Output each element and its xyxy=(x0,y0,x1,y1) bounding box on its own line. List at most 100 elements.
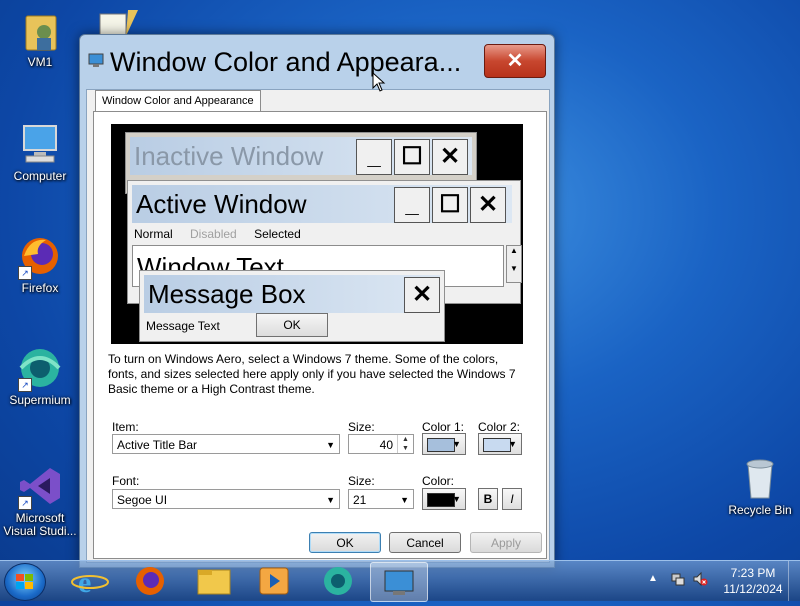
item-value: Active Title Bar xyxy=(117,438,198,452)
chevron-down-icon: ▼ xyxy=(326,495,335,505)
cancel-button[interactable]: Cancel xyxy=(389,532,461,553)
tab-window-color-appearance[interactable]: Window Color and Appearance xyxy=(95,90,261,112)
color2-label: Color 2: xyxy=(478,420,521,434)
desktop-icon-label: Computer xyxy=(13,169,67,183)
clock[interactable]: 7:23 PM 11/12/2024 xyxy=(720,565,786,597)
font-size-value: 21 xyxy=(353,493,367,507)
firefox-icon: ↗ xyxy=(16,232,64,280)
menu-normal: Normal xyxy=(134,227,173,241)
taskbar-internet-explorer[interactable]: e xyxy=(62,562,118,600)
desktop-icon-label: VM1 xyxy=(27,55,53,69)
item-size-value: 40 xyxy=(379,438,393,452)
computer-icon xyxy=(16,120,64,168)
size-label: Size: xyxy=(348,420,375,434)
color2-swatch xyxy=(483,438,511,452)
font-color-label: Color: xyxy=(422,474,455,488)
dialog-body: Window Color and Appearance Inactive Win… xyxy=(86,89,550,563)
color1-label: Color 1: xyxy=(422,420,465,434)
tab-panel: Inactive Window _ ☐ ✕ Active Window _ ☐ … xyxy=(93,111,547,559)
color2-button[interactable]: ▼ xyxy=(478,433,522,455)
svg-text:e: e xyxy=(78,566,91,599)
desktop-icon-supermium[interactable]: ↗ Supermium xyxy=(2,344,78,407)
item-size-spinner[interactable]: 40 ▲ ▼ xyxy=(348,434,414,454)
chevron-down-icon: ▼ xyxy=(452,494,461,504)
maximize-icon: ☐ xyxy=(394,139,430,175)
folder-icon xyxy=(197,569,231,595)
dialog-title-bar[interactable]: Window Color and Appeara... ✕ xyxy=(80,35,554,95)
bold-button[interactable]: B xyxy=(478,488,498,510)
close-button[interactable]: ✕ xyxy=(484,44,546,78)
menu-selected: Selected xyxy=(254,227,301,241)
taskbar-supermium[interactable] xyxy=(310,562,366,600)
msgbox-text: Message Text xyxy=(146,319,220,333)
firefox-icon xyxy=(136,567,164,595)
maximize-icon: ☐ xyxy=(432,187,468,223)
msgbox-caption: Message Box ✕ xyxy=(144,275,440,313)
system-tray: ▲ 7:23 PM 11/12/2024 xyxy=(640,561,800,601)
color1-button[interactable]: ▼ xyxy=(422,433,466,455)
font-label: Font: xyxy=(112,474,140,488)
network-icon[interactable] xyxy=(670,571,686,590)
desktop-icon-visual-studio[interactable]: ↗ Microsoft Visual Studi... xyxy=(2,462,78,538)
taskbar-media-player[interactable] xyxy=(246,562,302,600)
clock-time: 7:23 PM xyxy=(730,566,776,580)
show-hidden-icons-icon[interactable]: ▲ xyxy=(648,573,658,584)
spin-arrows-icon[interactable]: ▲ ▼ xyxy=(397,435,413,453)
chevron-down-icon: ▼ xyxy=(508,439,517,449)
close-icon: ✕ xyxy=(470,187,506,223)
font-color-swatch xyxy=(427,493,455,507)
internet-explorer-icon: e xyxy=(71,566,109,599)
display-settings-icon xyxy=(88,53,104,67)
item-select[interactable]: Active Title Bar ▼ xyxy=(112,434,340,454)
font-color-button[interactable]: ▼ xyxy=(422,488,466,510)
recycle-bin-icon xyxy=(736,454,784,502)
inactive-window-title: Inactive Window xyxy=(134,141,324,171)
color1-swatch xyxy=(427,438,455,452)
desktop-icon-label: Firefox xyxy=(21,281,59,295)
close-icon: ✕ xyxy=(432,139,468,175)
volume-muted-icon[interactable] xyxy=(692,571,708,590)
desktop-icon-label: Supermium xyxy=(9,393,71,407)
media-player-icon xyxy=(259,567,289,595)
apply-button[interactable]: Apply xyxy=(470,532,542,553)
window-color-dialog: Window Color and Appeara... ✕ Window Col… xyxy=(79,34,555,568)
shortcut-arrow-icon: ↗ xyxy=(18,266,32,280)
taskbar-firefox[interactable] xyxy=(122,562,178,600)
msgbox-ok-button: OK xyxy=(256,313,328,337)
font-select[interactable]: Segoe UI ▼ xyxy=(112,489,340,509)
preview-scrollbar: ▲ ▼ xyxy=(506,245,522,283)
preview-message-box[interactable]: Message Box ✕ Message Text OK xyxy=(139,270,445,342)
show-desktop-button[interactable] xyxy=(788,561,800,601)
desktop-icon-firefox[interactable]: ↗ Firefox xyxy=(2,232,78,295)
folder-user-icon xyxy=(16,6,64,54)
appearance-preview[interactable]: Inactive Window _ ☐ ✕ Active Window _ ☐ … xyxy=(111,124,523,344)
visual-studio-icon: ↗ xyxy=(16,462,64,510)
preview-menu-bar: Normal Disabled Selected xyxy=(134,227,315,241)
desktop-icon-computer[interactable]: Computer xyxy=(2,120,78,183)
dialog-title: Window Color and Appeara... xyxy=(110,47,462,77)
italic-button[interactable]: I xyxy=(502,488,522,510)
taskbar-file-explorer[interactable] xyxy=(186,562,242,600)
desktop-icon-vm1[interactable]: VM1 xyxy=(2,6,78,69)
minimize-icon: _ xyxy=(356,139,392,175)
ok-button[interactable]: OK xyxy=(309,532,381,553)
start-button[interactable] xyxy=(4,563,46,601)
shortcut-arrow-icon: ↗ xyxy=(18,496,32,510)
info-text: To turn on Windows Aero, select a Window… xyxy=(108,352,516,396)
close-icon: ✕ xyxy=(404,277,440,313)
minimize-icon: _ xyxy=(394,187,430,223)
desktop-icon-recycle-bin[interactable]: Recycle Bin xyxy=(722,454,798,517)
msgbox-title: Message Box xyxy=(148,279,306,309)
chevron-down-icon: ▼ xyxy=(326,440,335,450)
taskbar-display-settings[interactable] xyxy=(370,562,428,602)
desktop-icon-partial[interactable] xyxy=(98,10,138,37)
taskbar: e ▲ 7:23 PM 11/12/2024 xyxy=(0,560,800,602)
font-size-select[interactable]: 21 ▼ xyxy=(348,489,414,509)
inactive-caption: Inactive Window _ ☐ ✕ xyxy=(130,137,472,175)
supermium-icon xyxy=(324,567,352,595)
desktop-icon-label: Recycle Bin xyxy=(728,503,792,517)
active-window-title: Active Window xyxy=(136,189,307,219)
chevron-down-icon: ▼ xyxy=(452,439,461,449)
display-settings-icon xyxy=(384,570,414,595)
desktop-icon-label: Microsoft Visual Studi... xyxy=(3,511,77,538)
